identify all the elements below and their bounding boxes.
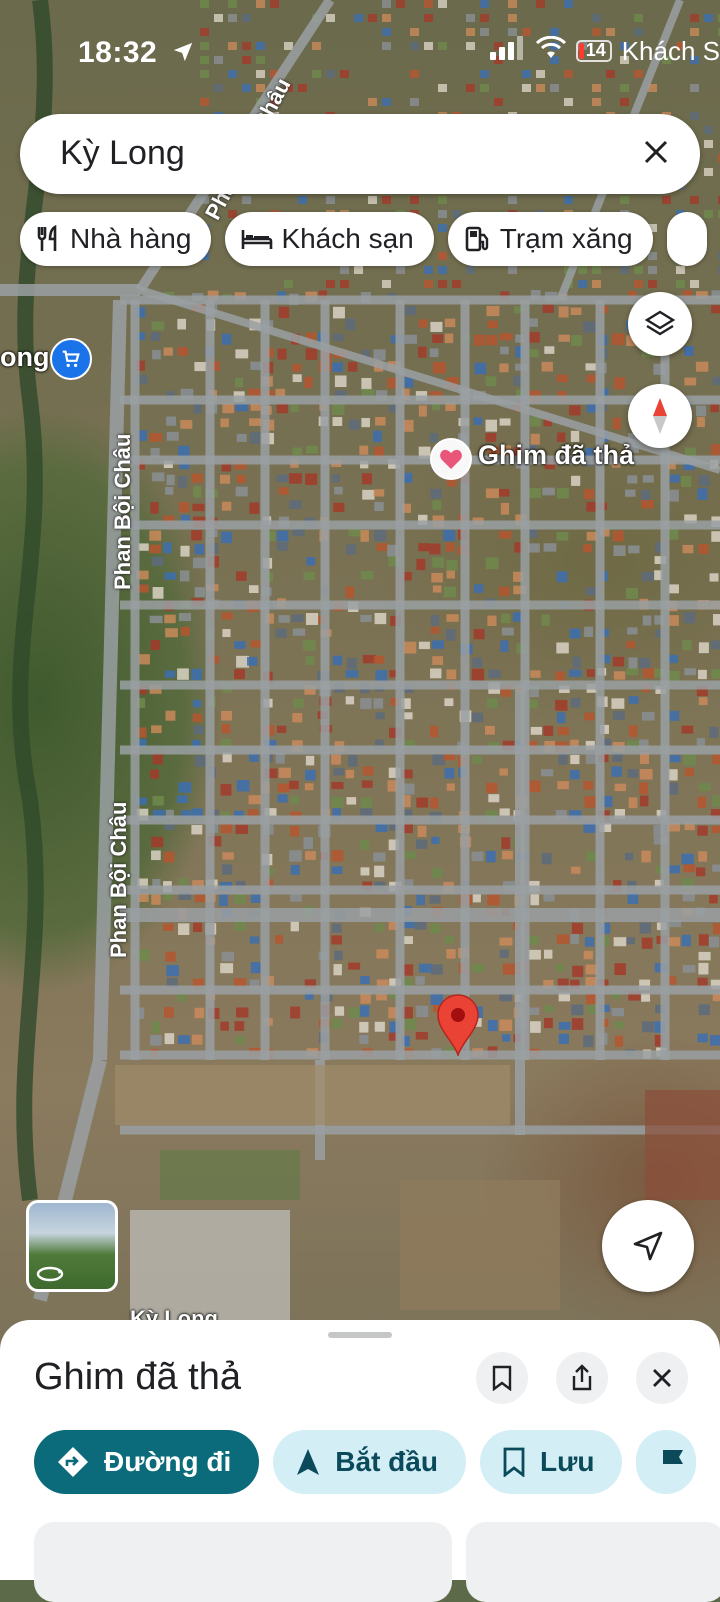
battery-level-text: 14 [585,40,606,60]
close-sheet-button[interactable] [636,1352,688,1404]
bookmark-icon [492,1365,512,1391]
directions-button[interactable]: Đường đi [34,1430,260,1494]
chip-gas-stations[interactable]: Trạm xăng [447,212,653,266]
share-icon [572,1364,592,1391]
wifi-icon [535,34,566,68]
directions-label: Đường đi [104,1446,232,1477]
chip-restaurants[interactable]: Nhà hàng [20,212,212,266]
bookmark-icon [502,1447,526,1477]
saved-heart-icon[interactable] [430,438,472,480]
action-buttons: Đường đi Bắt đầu Lưu [34,1430,697,1494]
place-sheet: Ghim đã thả Đường đi Bắt đầu Lưu [0,1320,720,1602]
status-right: 14 Khách S [489,34,720,68]
my-location-button[interactable] [602,1200,694,1292]
location-arrow-icon [172,37,194,71]
close-icon [644,140,668,164]
search-input[interactable]: Kỳ Long [60,134,185,173]
cellular-signal-icon [489,34,526,68]
save-bookmark-button[interactable] [476,1352,528,1404]
shopping-cart-icon[interactable] [50,338,92,380]
directions-icon [56,1445,90,1479]
save-button[interactable]: Lưu [479,1430,623,1494]
battery-icon: 14 [575,40,612,62]
save-label: Lưu [539,1446,595,1477]
street-label: Phan Bội Châu [110,433,135,590]
status-time: 18:32 [78,36,194,71]
hotel-icon [241,227,273,251]
compass-icon [653,398,667,434]
rotate-360-icon [36,1266,64,1282]
clear-search-button[interactable] [636,132,676,172]
photo-cards [34,1522,720,1602]
share-button[interactable] [556,1352,608,1404]
layers-button[interactable] [628,292,692,356]
back-to-app-label[interactable]: Khách S [622,36,720,67]
navigation-arrow-icon [295,1447,321,1477]
flag-label-button[interactable] [636,1430,697,1494]
gas-station-icon [464,225,492,253]
photo-card[interactable] [466,1522,720,1602]
chip-label: Trạm xăng [499,223,633,254]
status-bar: 18:32 14 Khách S [0,28,720,76]
start-button[interactable]: Bắt đầu [273,1430,466,1494]
photo-card[interactable] [34,1522,452,1602]
street-label: Phan Bội Châu [106,801,131,958]
chip-label: Nhà hàng [70,223,192,254]
chip-hotels[interactable]: Khách sạn [225,212,434,266]
sheet-drag-handle[interactable] [328,1332,392,1338]
compass-button[interactable] [628,384,692,448]
pin-map-label[interactable]: Ghim đã thả [478,440,634,471]
category-chips: Nhà hàng Khách sạn Trạm xăng [20,212,707,266]
layers-icon [644,310,676,336]
poi-store-label[interactable]: ong [0,342,49,373]
start-label: Bắt đầu [335,1446,438,1477]
flag-icon [660,1447,686,1477]
chip-more[interactable] [666,212,707,266]
restaurant-icon [36,225,62,253]
close-icon [653,1369,671,1387]
search-bar[interactable]: Kỳ Long [20,114,700,194]
street-view-thumbnail[interactable] [26,1200,118,1292]
dropped-pin-marker[interactable] [436,994,480,1061]
chip-label: Khách sạn [281,223,414,254]
place-title: Ghim đã thả [34,1356,241,1398]
navigation-arrow-icon [633,1231,663,1261]
time-text: 18:32 [78,36,158,69]
